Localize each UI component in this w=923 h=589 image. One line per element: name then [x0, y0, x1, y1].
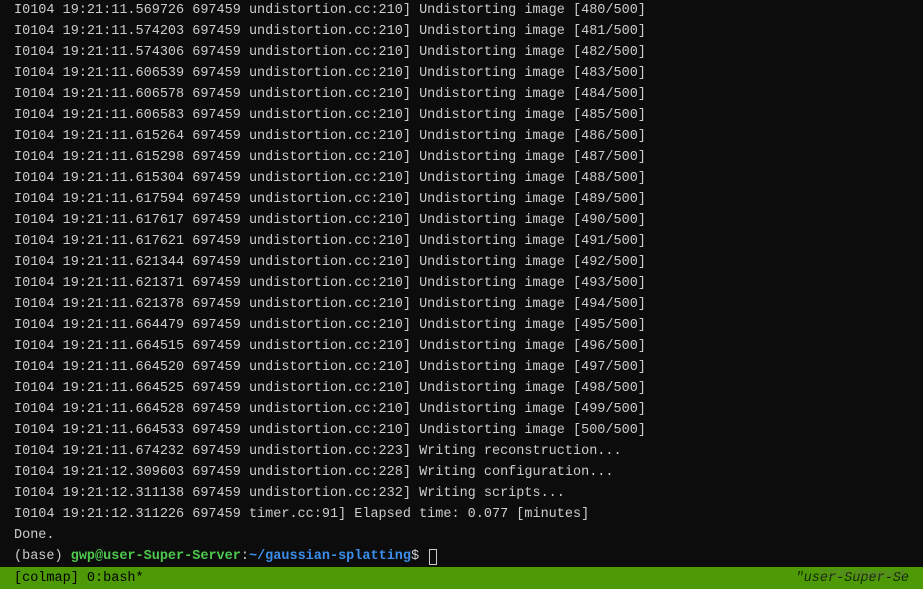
log-line: I0104 19:21:11.664533 697459 undistortio… [14, 420, 909, 441]
log-line: I0104 19:21:11.606578 697459 undistortio… [14, 84, 909, 105]
log-line: I0104 19:21:11.621371 697459 undistortio… [14, 273, 909, 294]
prompt-colon: : [241, 546, 249, 567]
log-line: I0104 19:21:11.615264 697459 undistortio… [14, 126, 909, 147]
tmux-host-label: "user-Super-Se [796, 568, 909, 589]
log-line: I0104 19:21:11.621378 697459 undistortio… [14, 294, 909, 315]
prompt-path: ~/gaussian-splatting [249, 546, 411, 567]
log-line: I0104 19:21:11.617621 697459 undistortio… [14, 231, 909, 252]
log-line: I0104 19:21:11.615298 697459 undistortio… [14, 147, 909, 168]
log-line: I0104 19:21:12.309603 697459 undistortio… [14, 462, 909, 483]
log-line: I0104 19:21:11.621344 697459 undistortio… [14, 252, 909, 273]
log-line: I0104 19:21:11.617594 697459 undistortio… [14, 189, 909, 210]
log-line: I0104 19:21:11.664528 697459 undistortio… [14, 399, 909, 420]
cursor-icon [429, 549, 437, 565]
terminal-output[interactable]: I0104 19:21:11.569726 697459 undistortio… [0, 0, 923, 567]
log-line: I0104 19:21:11.664479 697459 undistortio… [14, 315, 909, 336]
shell-prompt[interactable]: (base) gwp@user-Super-Server:~/gaussian-… [14, 546, 909, 567]
tmux-session-window: [colmap] 0:bash* [14, 568, 144, 589]
log-line: I0104 19:21:11.617617 697459 undistortio… [14, 210, 909, 231]
log-line: I0104 19:21:12.311226 697459 timer.cc:91… [14, 504, 909, 525]
log-line: I0104 19:21:11.574203 697459 undistortio… [14, 21, 909, 42]
prompt-dollar: $ [411, 546, 427, 567]
prompt-user-host: gwp@user-Super-Server [71, 546, 241, 567]
log-line: I0104 19:21:11.664520 697459 undistortio… [14, 357, 909, 378]
log-line: I0104 19:21:11.615304 697459 undistortio… [14, 168, 909, 189]
log-line: I0104 19:21:11.606539 697459 undistortio… [14, 63, 909, 84]
log-line: I0104 19:21:11.574306 697459 undistortio… [14, 42, 909, 63]
log-line: I0104 19:21:11.606583 697459 undistortio… [14, 105, 909, 126]
log-line: I0104 19:21:11.664515 697459 undistortio… [14, 336, 909, 357]
log-line: I0104 19:21:11.674232 697459 undistortio… [14, 441, 909, 462]
tmux-status-bar: [colmap] 0:bash* "user-Super-Se [0, 567, 923, 589]
log-line: I0104 19:21:12.311138 697459 undistortio… [14, 483, 909, 504]
done-line: Done. [14, 525, 909, 546]
prompt-env: (base) [14, 546, 71, 567]
log-line: I0104 19:21:11.569726 697459 undistortio… [14, 0, 909, 21]
log-line: I0104 19:21:11.664525 697459 undistortio… [14, 378, 909, 399]
